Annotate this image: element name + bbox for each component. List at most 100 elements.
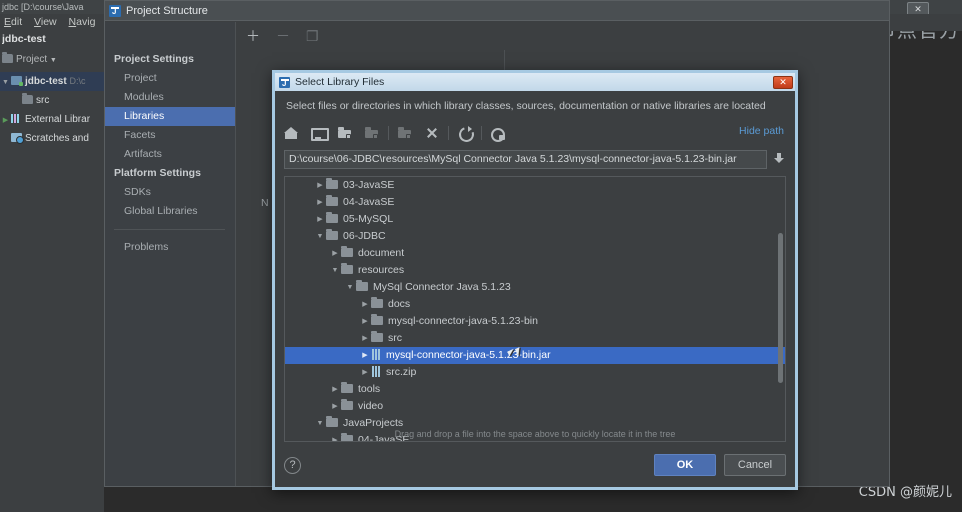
file-tree-label: JavaProjects	[343, 417, 404, 429]
project-tree-label: External Librar	[25, 114, 91, 125]
expand-arrow-icon[interactable]: ▶	[359, 347, 371, 364]
file-tree-panel: ▶ 03-JavaSE ▶ 04-JavaSE ▶ 05-MySQL ▼ 06-JDBC ▶ do…	[284, 176, 786, 442]
expand-arrow-icon[interactable]: ▶	[359, 364, 371, 381]
dialog-title: Select Library Files	[295, 76, 385, 88]
file-tree-row[interactable]: ▼ MySql Connector Java 5.1.23	[285, 279, 785, 296]
sidebar-item-libraries[interactable]: Libraries	[105, 107, 235, 126]
file-tree-label: resources	[358, 264, 405, 276]
show-hidden-icon[interactable]	[491, 126, 505, 142]
tool-window-header[interactable]: Project ▼	[2, 52, 102, 68]
collapse-arrow-icon[interactable]: ▼	[314, 228, 326, 245]
tool-window-title: Project	[16, 54, 48, 65]
expand-arrow-icon[interactable]: ▶	[359, 296, 371, 313]
file-tree-label: video	[358, 400, 384, 412]
dialog-close-button[interactable]: ✕	[773, 75, 793, 89]
sidebar-group-platform-settings: Platform Settings	[114, 167, 201, 179]
library-icon	[11, 114, 22, 123]
new-folder-icon[interactable]	[338, 126, 352, 140]
file-tree-row[interactable]: ▶ docs	[285, 296, 785, 313]
file-tree-row[interactable]: ▶ src	[285, 330, 785, 347]
sidebar-item-global-libraries[interactable]: Global Libraries	[105, 202, 235, 221]
sidebar-item-modules[interactable]: Modules	[105, 88, 235, 107]
project-tree-row[interactable]: ▶ External Librar	[0, 110, 104, 129]
sidebar-group-project-settings: Project Settings	[114, 53, 194, 65]
path-input[interactable]: D:\course\06-JDBC\resources\MySql Connec…	[284, 150, 767, 169]
expand-arrow-icon[interactable]: ▶	[314, 177, 326, 194]
menu-item-navigate[interactable]: Navig	[69, 14, 96, 31]
sidebar-item-artifacts[interactable]: Artifacts	[105, 145, 235, 164]
scratch-icon	[11, 133, 24, 144]
new-subfolder-icon[interactable]	[365, 126, 379, 140]
file-tree-row[interactable]: ▶ src.zip	[285, 364, 785, 381]
file-tree-label: mysql-connector-java-5.1.23-bin.jar	[386, 349, 551, 361]
file-tree-row[interactable]: ▼ resources	[285, 262, 785, 279]
file-tree-label: 04-JavaSE	[343, 196, 395, 208]
file-tree-row[interactable]: ▶ 04-JavaSE	[285, 194, 785, 211]
folder-icon	[371, 331, 383, 342]
project-tree-row[interactable]: ▼ jdbc-test D:\c	[0, 72, 104, 91]
folder-icon	[341, 263, 353, 274]
expand-arrow-icon[interactable]: ▶	[0, 111, 11, 129]
folder-icon	[326, 416, 338, 427]
menu-item-view[interactable]: View	[34, 14, 57, 31]
folder-icon	[326, 195, 338, 206]
file-tree-label: mysql-connector-java-5.1.23-bin	[388, 315, 538, 327]
folder-icon	[326, 178, 338, 189]
file-tree-row[interactable]: ▶ 03-JavaSE	[285, 177, 785, 194]
project-tree-row[interactable]: src	[0, 91, 104, 110]
folder-icon	[341, 399, 353, 410]
select-library-files-dialog: Select Library Files ✕ Select files or d…	[272, 70, 798, 490]
download-icon[interactable]	[773, 152, 786, 167]
file-tree-scrollbar[interactable]	[778, 233, 783, 383]
file-tree-row[interactable]: ▶ 05-MySQL	[285, 211, 785, 228]
sidebar-item-facets[interactable]: Facets	[105, 126, 235, 145]
intellij-logo-icon	[279, 76, 290, 89]
refresh-icon[interactable]	[458, 126, 472, 140]
cancel-button[interactable]: Cancel	[724, 454, 786, 476]
ok-button[interactable]: OK	[654, 454, 716, 476]
expand-arrow-icon[interactable]: ▶	[359, 330, 371, 347]
sidebar-item-problems[interactable]: Problems	[105, 238, 235, 257]
add-button[interactable]: ＋	[246, 29, 260, 43]
dialog-titlebar: Select Library Files ✕	[275, 73, 795, 91]
copy-button[interactable]: ❐	[306, 29, 319, 43]
file-tree-row[interactable]: ▶ video	[285, 398, 785, 415]
dialog-body: Select files or directories in which lib…	[275, 91, 795, 487]
expand-arrow-icon[interactable]: ▼	[0, 73, 11, 91]
delete-icon[interactable]	[425, 126, 439, 140]
desktop-icon[interactable]	[311, 126, 329, 141]
sidebar-divider	[114, 229, 225, 230]
folder-icon	[371, 314, 383, 325]
help-button[interactable]: ?	[284, 456, 301, 474]
collapse-arrow-icon[interactable]: ▼	[329, 262, 341, 279]
project-structure-titlebar: Project Structure	[105, 1, 889, 21]
project-tree-row[interactable]: Scratches and	[0, 129, 104, 148]
sidebar-item-project[interactable]: Project	[105, 69, 235, 88]
file-tree-row[interactable]: ▶ mysql-connector-java-5.1.23-bin.jar	[285, 347, 785, 364]
file-tree-label: docs	[388, 298, 411, 310]
file-tree-row[interactable]: ▼ 06-JDBC	[285, 228, 785, 245]
expand-arrow-icon[interactable]: ▶	[359, 313, 371, 330]
hide-path-link[interactable]: Hide path	[739, 125, 784, 137]
ide-project-tree[interactable]: ▼ jdbc-test D:\c src ▶ External Librar Scr…	[0, 72, 104, 148]
libraries-empty-hint: N	[261, 197, 269, 209]
sidebar-item-sdks[interactable]: SDKs	[105, 183, 235, 202]
expand-arrow-icon[interactable]: ▶	[314, 194, 326, 211]
expand-arrow-icon[interactable]: ▶	[329, 245, 341, 262]
file-tree-label: 05-MySQL	[343, 213, 394, 225]
file-tree-row[interactable]: ▶ tools	[285, 381, 785, 398]
expand-arrow-icon[interactable]: ▶	[329, 398, 341, 415]
collapse-arrow-icon[interactable]: ▼	[344, 279, 356, 296]
file-tree[interactable]: ▶ 03-JavaSE ▶ 04-JavaSE ▶ 05-MySQL ▼ 06-JDBC ▶ do…	[285, 177, 785, 441]
home-icon[interactable]	[284, 126, 298, 140]
file-tree-row[interactable]: ▶ document	[285, 245, 785, 262]
menu-item-edit[interactable]: Edit	[4, 14, 22, 31]
expand-arrow-icon[interactable]: ▶	[329, 381, 341, 398]
file-tree-row[interactable]: ▶ mysql-connector-java-5.1.23-bin	[285, 313, 785, 330]
intellij-logo-icon	[109, 4, 121, 17]
expand-arrow-icon[interactable]: ▶	[314, 211, 326, 228]
remove-button[interactable]: －	[276, 29, 290, 43]
folder-icon	[326, 229, 338, 240]
jar-icon	[371, 349, 381, 360]
up-folder-icon[interactable]	[398, 126, 412, 140]
